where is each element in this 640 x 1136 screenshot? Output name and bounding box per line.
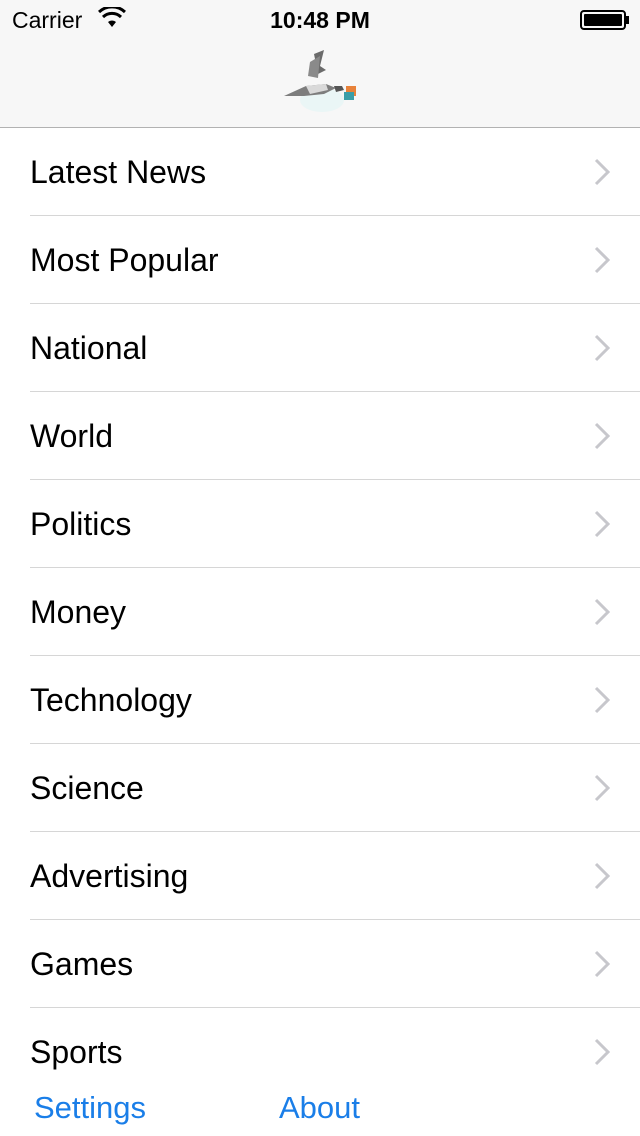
list-item-label: Most Popular bbox=[30, 242, 219, 278]
list-item-label: Technology bbox=[30, 682, 192, 718]
chevron-right-icon bbox=[594, 950, 610, 978]
status-bar: Carrier 10:48 PM bbox=[0, 0, 640, 40]
chevron-right-icon bbox=[594, 862, 610, 890]
chevron-right-icon bbox=[594, 158, 610, 186]
list-item-label: Latest News bbox=[30, 154, 207, 190]
list-item-label: Advertising bbox=[30, 858, 189, 894]
settings-button[interactable]: Settings bbox=[34, 1088, 146, 1128]
chevron-right-icon bbox=[594, 1038, 610, 1066]
list-item-label: National bbox=[30, 330, 148, 366]
list-item[interactable]: Advertising bbox=[0, 832, 640, 920]
list-item[interactable]: Politics bbox=[0, 480, 640, 568]
list-item[interactable]: National bbox=[0, 304, 640, 392]
battery-icon bbox=[580, 10, 629, 30]
list-item[interactable]: Science bbox=[0, 744, 640, 832]
list-item-label: Politics bbox=[30, 506, 132, 542]
list-item-label: Money bbox=[30, 594, 127, 630]
chevron-right-icon bbox=[594, 774, 610, 802]
chevron-right-icon bbox=[594, 334, 610, 362]
list-item[interactable]: Games bbox=[0, 920, 640, 1008]
stork-logo-icon bbox=[284, 50, 356, 112]
bottom-toolbar: Settings About bbox=[0, 1080, 640, 1136]
about-button[interactable]: About bbox=[279, 1088, 360, 1128]
list-item[interactable]: Most Popular bbox=[0, 216, 640, 304]
list-item[interactable]: Latest News bbox=[0, 128, 640, 216]
section-list: Latest News Most Popular National World … bbox=[0, 128, 640, 1136]
chevron-right-icon bbox=[594, 510, 610, 538]
chevron-right-icon bbox=[594, 686, 610, 714]
chevron-right-icon bbox=[594, 422, 610, 450]
list-item-label: Science bbox=[30, 770, 144, 806]
chevron-right-icon bbox=[594, 598, 610, 626]
list-item[interactable]: World bbox=[0, 392, 640, 480]
list-item-label: World bbox=[30, 418, 113, 454]
list-item[interactable]: Technology bbox=[0, 656, 640, 744]
status-time: 10:48 PM bbox=[270, 7, 370, 33]
chevron-right-icon bbox=[594, 246, 610, 274]
list-item-label: Games bbox=[30, 946, 134, 982]
list-item[interactable]: Money bbox=[0, 568, 640, 656]
